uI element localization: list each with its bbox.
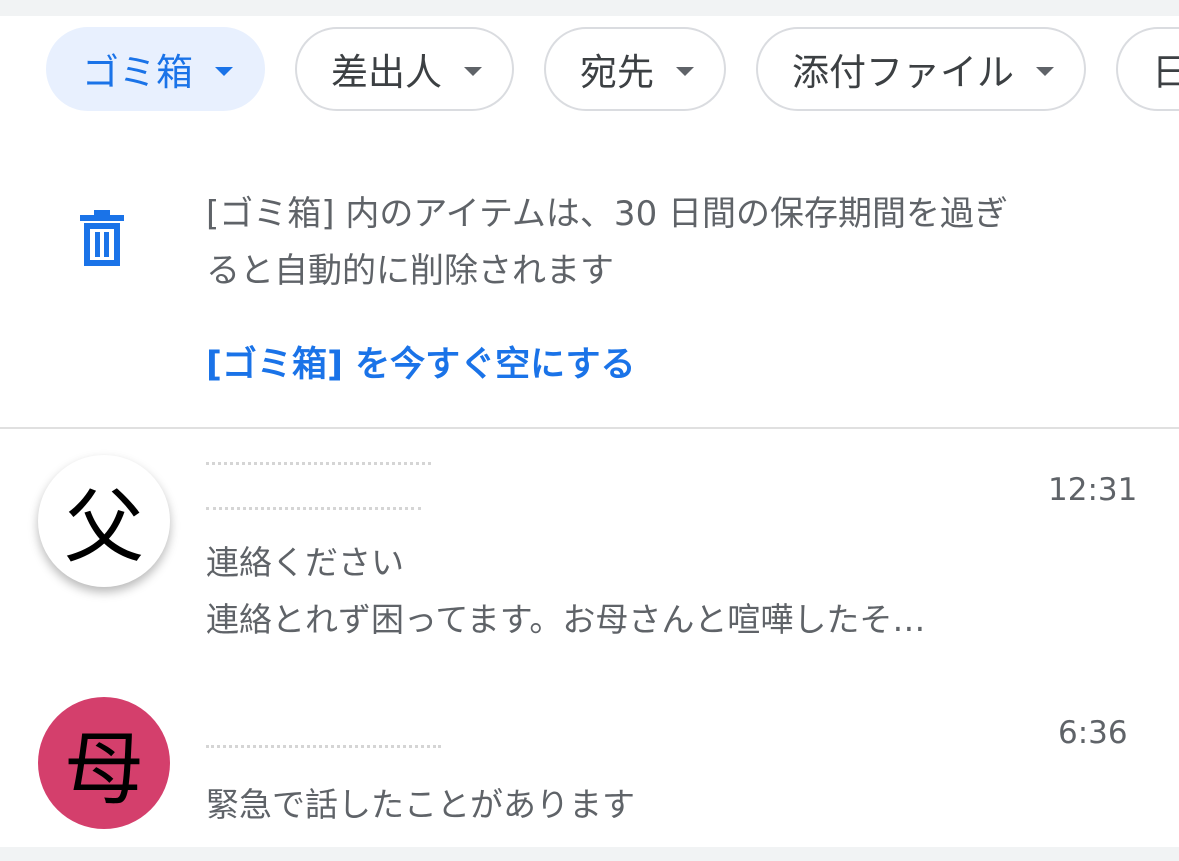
notice-line: [ゴミ箱] 内のアイテムは、30 日間の保存期間を過ぎ [206, 194, 1009, 234]
filter-chip-label: 日 [1152, 51, 1179, 94]
filter-chip-label: 宛先 [580, 51, 654, 94]
filter-chip-label: 差出人 [331, 51, 442, 94]
bottom-strip [0, 847, 1179, 861]
mail-time: 6:36 [1058, 715, 1128, 751]
mail-snippet: 連絡とれず困ってます。お母さんと喧嘩したそ… [206, 600, 926, 639]
trash-icon [80, 210, 124, 266]
dropdown-caret-icon [464, 66, 482, 76]
filter-chip-sender[interactable]: 差出人 [295, 27, 514, 111]
dropdown-caret-icon [215, 66, 233, 76]
gmail-trash-screen: ゴミ箱 差出人 宛先 添付ファイル 日 [ゴミ箱] 内のアイテムは、30 日間の… [0, 0, 1179, 861]
redacted-sender [206, 745, 441, 750]
filter-chip-label: ゴミ箱 [82, 51, 193, 94]
mail-subject: 連絡ください [206, 543, 404, 582]
dropdown-caret-icon [1036, 66, 1054, 76]
filter-chip-date[interactable]: 日 [1116, 27, 1179, 111]
filter-chip-label: 添付ファイル [792, 51, 1014, 94]
filter-chip-bar: ゴミ箱 差出人 宛先 添付ファイル 日 [46, 27, 1179, 111]
notice-line: ると自動的に削除されます [206, 251, 614, 291]
mail-subject: 緊急で話したことがあります [206, 785, 635, 824]
mail-time: 12:31 [1048, 472, 1138, 508]
filter-chip-trash[interactable]: ゴミ箱 [46, 27, 265, 111]
empty-trash-link[interactable]: [ゴミ箱] を今すぐ空にする [206, 336, 636, 387]
filter-chip-attachment[interactable]: 添付ファイル [756, 27, 1086, 111]
trash-retention-notice: [ゴミ箱] 内のアイテムは、30 日間の保存期間を過ぎ ると自動的に削除されます [206, 186, 1126, 300]
top-strip [0, 0, 1179, 16]
filter-chip-recipient[interactable]: 宛先 [544, 27, 726, 111]
avatar: 母 [38, 697, 170, 829]
divider [0, 427, 1179, 429]
redacted-sender [206, 462, 431, 467]
redacted-sender [206, 507, 421, 512]
dropdown-caret-icon [676, 66, 694, 76]
avatar: 父 [38, 455, 170, 587]
